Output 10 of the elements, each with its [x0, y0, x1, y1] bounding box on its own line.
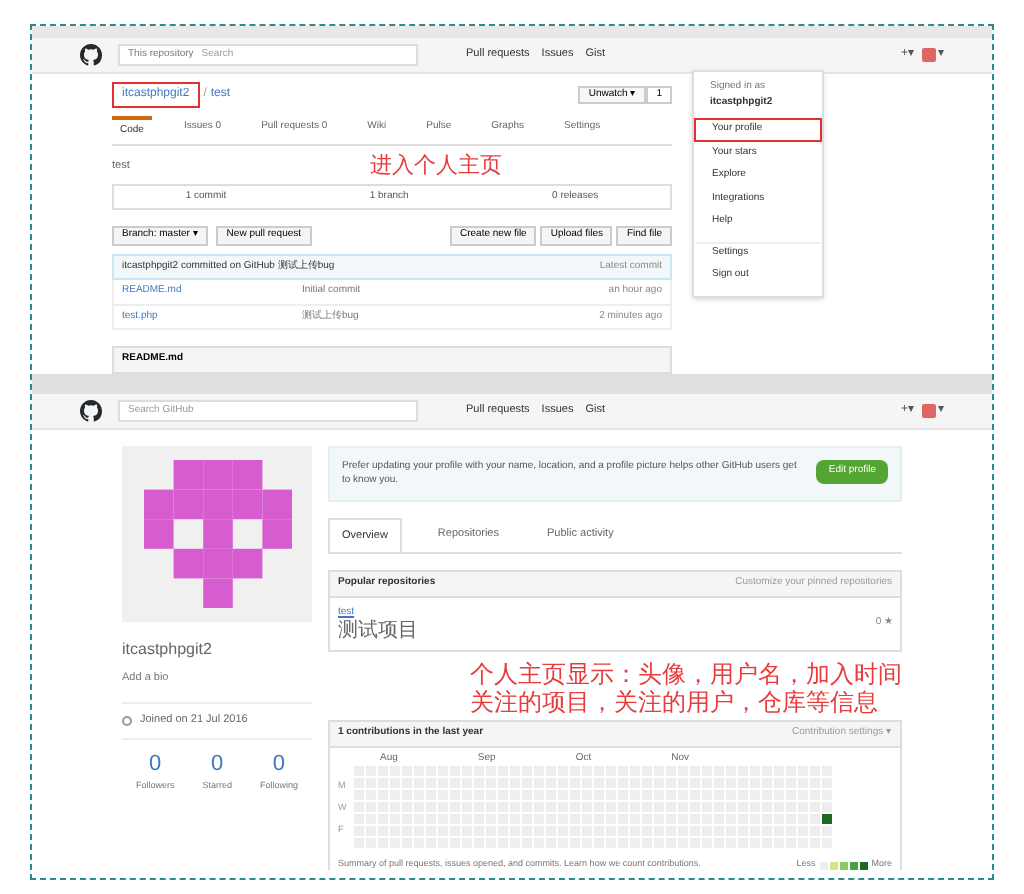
avatar-icon	[922, 404, 936, 418]
username: itcastphpgit2	[122, 638, 214, 662]
repo-description: 测试项目	[338, 620, 418, 643]
github-logo-icon[interactable]	[80, 44, 102, 66]
annotation-text: 进入个人主页	[369, 153, 502, 179]
avatar-icon	[922, 48, 936, 62]
clock-icon	[122, 715, 132, 726]
annotation-text: 个人主页显示：头像，用户名，加入时间 关注的项目，关注的用户，仓库等信息	[470, 660, 902, 717]
legend-scale-icon	[819, 861, 868, 870]
github-logo-icon[interactable]	[80, 400, 102, 422]
